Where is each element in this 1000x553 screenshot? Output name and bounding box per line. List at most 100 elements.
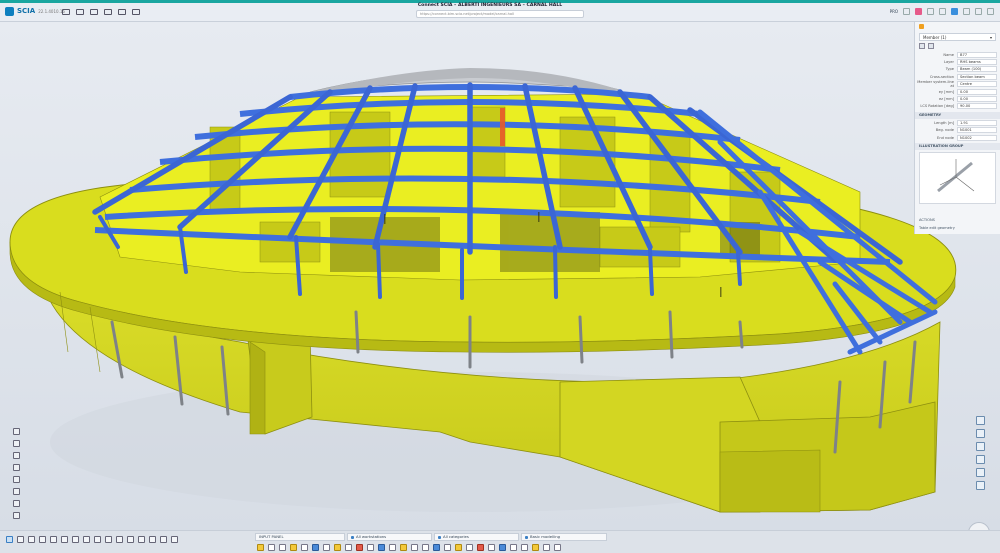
first-icon[interactable]	[39, 536, 46, 543]
home-view-icon[interactable]	[6, 536, 13, 543]
beam-tool-icon[interactable]	[257, 544, 264, 551]
undo-icon[interactable]	[104, 9, 112, 15]
search-icon[interactable]	[903, 8, 910, 15]
redo-icon[interactable]	[118, 9, 126, 15]
open-folder-icon[interactable]	[76, 9, 84, 15]
clip-icon[interactable]	[138, 536, 145, 543]
geometry-value[interactable]: N1002	[957, 134, 997, 141]
prev-icon[interactable]	[50, 536, 57, 543]
zoom-label[interactable]: PRO	[890, 9, 898, 14]
mail-icon[interactable]	[132, 9, 140, 15]
results-tool-icon[interactable]	[510, 544, 517, 551]
property-value[interactable]: Centre	[957, 81, 997, 88]
zoom-all-icon[interactable]	[976, 416, 985, 425]
filter-icon[interactable]	[160, 536, 167, 543]
design-tool-icon[interactable]	[521, 544, 528, 551]
render-icon[interactable]	[976, 481, 985, 490]
workstation-dropdown[interactable]: All workstations	[347, 533, 432, 541]
play-icon[interactable]	[61, 536, 68, 543]
split-tool-icon[interactable]	[444, 544, 451, 551]
more-tools-icon[interactable]	[554, 544, 561, 551]
opening-tool-icon[interactable]	[301, 544, 308, 551]
display-icon[interactable]	[171, 536, 178, 543]
label-icon[interactable]	[105, 536, 112, 543]
maximize-button[interactable]	[975, 8, 982, 15]
properties-icon[interactable]	[919, 24, 924, 29]
column-tool-icon[interactable]	[268, 544, 275, 551]
check-tool-icon[interactable]	[488, 544, 495, 551]
property-value[interactable]: 0.00	[957, 96, 997, 103]
array-tool-icon[interactable]	[433, 544, 440, 551]
property-value[interactable]: RHS beams	[957, 59, 997, 66]
notifications-icon[interactable]	[915, 8, 922, 15]
snap-icon[interactable]	[94, 536, 101, 543]
view-icon[interactable]	[976, 468, 985, 477]
load-tool-icon[interactable]	[378, 544, 385, 551]
copy-tool-icon[interactable]	[389, 544, 396, 551]
wall-tool-icon[interactable]	[290, 544, 297, 551]
report-icon[interactable]	[13, 476, 20, 483]
list-icon[interactable]	[13, 440, 20, 447]
node-tool-icon[interactable]	[345, 544, 352, 551]
project-url-field[interactable]: https://connect.bim.scia.net/project/mod…	[416, 10, 584, 18]
refresh-icon[interactable]	[28, 536, 35, 543]
member-tool-icon[interactable]	[312, 544, 319, 551]
user-avatar[interactable]	[951, 8, 958, 15]
node-icon[interactable]	[13, 464, 20, 471]
page-icon[interactable]	[13, 428, 20, 435]
grid-icon[interactable]	[17, 536, 24, 543]
app-logo[interactable]: SCIA 22.1.4010.16	[5, 6, 65, 16]
new-file-icon[interactable]	[62, 9, 70, 15]
3d-viewport[interactable]	[0, 22, 1000, 530]
select-icon[interactable]	[919, 43, 925, 49]
text-icon[interactable]	[127, 536, 134, 543]
axes-icon[interactable]	[72, 536, 79, 543]
geometry-value[interactable]: 1.91	[957, 119, 997, 126]
delete-tool-icon[interactable]	[477, 544, 484, 551]
mode-dropdown[interactable]: Basic modelling	[521, 533, 607, 541]
hinge-tool-icon[interactable]	[367, 544, 374, 551]
property-value[interactable]: Section beam	[957, 73, 997, 80]
table-edit-geometry-button[interactable]: Table edit geometry	[915, 224, 1000, 232]
layers-icon[interactable]	[13, 488, 20, 495]
categories-dropdown[interactable]: All categories	[434, 533, 519, 541]
selected-member[interactable]	[500, 108, 505, 146]
edit-icon[interactable]	[928, 43, 934, 49]
report-tool-icon[interactable]	[532, 544, 539, 551]
clipboard-icon[interactable]	[13, 512, 20, 519]
pan-icon[interactable]	[976, 442, 985, 451]
calc-tool-icon[interactable]	[499, 544, 506, 551]
rotate-icon[interactable]	[976, 455, 985, 464]
plate-tool-icon[interactable]	[323, 544, 330, 551]
save-icon[interactable]	[90, 9, 98, 15]
rotate-tool-icon[interactable]	[411, 544, 418, 551]
lock-icon[interactable]	[116, 536, 123, 543]
minimize-button[interactable]	[963, 8, 970, 15]
extend-tool-icon[interactable]	[455, 544, 462, 551]
property-row: ey [mm] 0.00	[915, 88, 1000, 95]
settings-icon[interactable]	[939, 8, 946, 15]
table-icon[interactable]	[13, 452, 20, 459]
help-icon[interactable]	[927, 8, 934, 15]
export-tool-icon[interactable]	[543, 544, 550, 551]
connect-tool-icon[interactable]	[466, 544, 473, 551]
section-icon[interactable]	[149, 536, 156, 543]
geometry-value[interactable]: N1001	[957, 127, 997, 134]
slab-tool-icon[interactable]	[279, 544, 286, 551]
property-value[interactable]: B77	[957, 51, 997, 58]
illustration-section[interactable]: ILLUSTRATION GROUP	[915, 143, 1000, 151]
selection-dropdown[interactable]: Member (1) ▾	[919, 33, 996, 41]
property-value[interactable]: 90.00	[957, 103, 997, 110]
property-value[interactable]: Beam (100)	[957, 66, 997, 73]
image-icon[interactable]	[13, 500, 20, 507]
support-tool-icon[interactable]	[356, 544, 363, 551]
property-value[interactable]: 0.00	[957, 88, 997, 95]
close-button[interactable]	[987, 8, 994, 15]
zoom-icon[interactable]	[976, 429, 985, 438]
mirror-tool-icon[interactable]	[422, 544, 429, 551]
move-tool-icon[interactable]	[400, 544, 407, 551]
measure-icon[interactable]	[83, 536, 90, 543]
geometry-section[interactable]: GEOMETRY	[915, 112, 1000, 120]
rib-tool-icon[interactable]	[334, 544, 341, 551]
input-panel-toggle[interactable]: INPUT PANEL	[255, 533, 345, 541]
